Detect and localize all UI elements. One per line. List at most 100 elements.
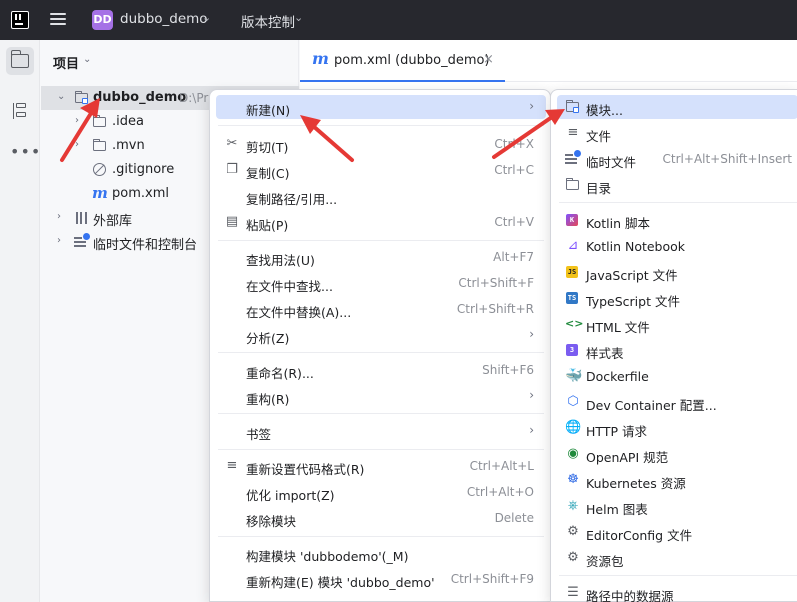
folder-icon (92, 114, 108, 130)
submenu-item-http-request[interactable]: 🌐 HTTP 请求 (557, 416, 797, 440)
submenu-item-label: JavaScript 文件 (586, 268, 678, 283)
collapse-arrow-icon[interactable]: › (75, 115, 79, 126)
submenu-item-datasource-in-path[interactable]: ☰ 路径中的数据源 (557, 581, 797, 602)
project-name[interactable]: dubbo_demo (120, 11, 208, 27)
main-menu-icon[interactable] (50, 12, 66, 26)
collapse-arrow-icon[interactable]: › (75, 139, 79, 150)
more-tools-button[interactable]: ••• (6, 138, 40, 166)
submenu-item-label: EditorConfig 文件 (586, 528, 693, 543)
project-badge[interactable]: DD (92, 10, 113, 30)
panel-title[interactable]: 项目 (53, 53, 79, 72)
menu-item-copy[interactable]: ❐ 复制(C) Ctrl+C (216, 158, 546, 182)
menu-item-new[interactable]: 新建(N) › (216, 95, 546, 119)
menu-item-reformat-code[interactable]: ≡ 重新设置代码格式(R) Ctrl+Alt+L (216, 454, 546, 478)
typescript-icon: TS (566, 292, 578, 304)
menu-item-shortcut: Ctrl+Alt+O (466, 485, 534, 499)
menu-item-label: 在文件中查找... (246, 279, 333, 294)
submenu-item-kubernetes[interactable]: ☸ Kubernetes 资源 (557, 468, 797, 492)
menu-separator (218, 125, 544, 126)
chevron-down-icon[interactable]: ⌄ (294, 11, 303, 24)
submenu-item-kotlin-notebook[interactable]: ⊿ Kotlin Notebook (557, 234, 797, 258)
folder-icon (10, 50, 29, 68)
structure-icon (13, 103, 27, 119)
http-icon: 🌐 (565, 420, 582, 435)
docker-icon: 🐳 (565, 368, 583, 384)
menu-item-copy-path[interactable]: 复制路径/引用... (216, 184, 546, 208)
kotlin-icon: K (565, 212, 581, 228)
submenu-item-dev-container[interactable]: ⬡ Dev Container 配置... (557, 390, 797, 414)
submenu-item-label: Helm 图表 (586, 502, 648, 517)
submenu-item-file[interactable]: ≡ 文件 (557, 121, 797, 145)
reformat-icon: ≡ (226, 458, 238, 473)
menu-item-replace-in-files[interactable]: 在文件中替换(A)... Ctrl+Shift+R (216, 297, 546, 321)
dev-container-icon: ⬡ (567, 394, 579, 409)
menu-item-shortcut: Shift+F6 (482, 363, 534, 377)
editor-tab-pom-xml[interactable]: m pom.xml (dubbo_demo) × (300, 40, 505, 82)
maven-icon: m (92, 184, 108, 202)
submenu-item-dockerfile[interactable]: 🐳 Dockerfile (557, 364, 797, 388)
submenu-item-stylesheet[interactable]: 3 样式表 (557, 338, 797, 362)
kubernetes-icon: ☸ (567, 472, 579, 487)
submenu-item-label: Dev Container 配置... (586, 398, 717, 413)
menu-item-build-module[interactable]: 构建模块 'dubbodemo'(_M) (216, 541, 546, 565)
menu-item-bookmarks[interactable]: 书签 › (216, 419, 546, 443)
submenu-item-shortcut: Ctrl+Alt+Shift+Insert (662, 152, 792, 166)
menu-separator (559, 575, 797, 576)
close-icon[interactable]: × (483, 52, 494, 67)
menu-item-shortcut: Ctrl+Alt+L (469, 459, 534, 473)
collapse-arrow-icon[interactable]: › (57, 211, 61, 222)
submenu-item-resource-bundle[interactable]: ⚙ 资源包 (557, 546, 797, 570)
collapse-arrow-icon[interactable]: › (57, 235, 61, 246)
structure-tool-button[interactable] (6, 97, 34, 125)
menu-item-remove-module[interactable]: 移除模块 Delete (216, 506, 546, 530)
menu-item-find-usages[interactable]: 查找用法(U) Alt+F7 (216, 245, 546, 269)
submenu-item-javascript[interactable]: JS JavaScript 文件 (557, 260, 797, 284)
submenu-item-kotlin-script[interactable]: K Kotlin 脚本 (557, 208, 797, 232)
menu-item-shortcut: Ctrl+X (494, 137, 534, 151)
submenu-item-label: OpenAPI 规范 (586, 450, 669, 465)
menu-item-shortcut: Ctrl+Shift+F (458, 276, 534, 290)
menu-item-label: 重构(R) (246, 392, 290, 407)
editor-tab-bar: m pom.xml (dubbo_demo) × (300, 40, 797, 82)
more-icon: ••• (10, 142, 42, 161)
menu-item-rebuild-module[interactable]: 重新构建(E) 模块 'dubbo_demo' Ctrl+Shift+F9 (216, 567, 546, 591)
submenu-item-editorconfig[interactable]: ⚙ EditorConfig 文件 (557, 520, 797, 544)
submenu-item-label: 样式表 (586, 346, 624, 361)
menu-item-label: 构建模块 'dubbodemo'(_M) (246, 549, 409, 564)
cut-icon: ✂ (226, 136, 238, 151)
menu-item-label: 复制(C) (246, 166, 290, 181)
submenu-item-scratch-file[interactable]: 临时文件 Ctrl+Alt+Shift+Insert (557, 147, 797, 171)
expand-arrow-icon[interactable]: ⌄ (57, 91, 65, 102)
submenu-item-directory[interactable]: 目录 (557, 173, 797, 197)
tree-item-label: .idea (112, 114, 144, 129)
vcs-widget[interactable]: 版本控制 (241, 11, 295, 31)
menu-item-find-in-files[interactable]: 在文件中查找... Ctrl+Shift+F (216, 271, 546, 295)
submenu-item-label: 文件 (586, 129, 612, 144)
submenu-item-module[interactable]: 模块... (557, 95, 797, 119)
title-bar: DD dubbo_demo ⌄ 版本控制 ⌄ (0, 0, 797, 40)
menu-item-paste[interactable]: ▤ 粘贴(P) Ctrl+V (216, 210, 546, 234)
maven-icon: m (312, 49, 329, 68)
module-folder-icon (74, 90, 90, 106)
submenu-item-html[interactable]: <> HTML 文件 (557, 312, 797, 336)
menu-item-label: 粘贴(P) (246, 218, 289, 233)
menu-item-label: 分析(Z) (246, 331, 290, 346)
submenu-item-typescript[interactable]: TS TypeScript 文件 (557, 286, 797, 310)
chevron-down-icon[interactable]: ⌄ (83, 54, 91, 65)
library-icon (74, 210, 90, 226)
menu-item-cut[interactable]: ✂ 剪切(T) Ctrl+X (216, 132, 546, 156)
menu-item-rename[interactable]: 重命名(R)... Shift+F6 (216, 358, 546, 382)
menu-item-refactor[interactable]: 重构(R) › (216, 384, 546, 408)
menu-item-analyze[interactable]: 分析(Z) › (216, 323, 546, 347)
menu-item-label: 优化 import(Z) (246, 488, 335, 503)
intellij-logo-icon[interactable] (11, 11, 29, 29)
submenu-item-helm-chart[interactable]: ⎈ Helm 图表 (557, 494, 797, 518)
submenu-item-openapi[interactable]: ◉ OpenAPI 规范 (557, 442, 797, 466)
project-tool-button[interactable] (6, 47, 34, 75)
submenu-item-label: Dockerfile (586, 369, 649, 384)
chevron-right-icon: › (529, 423, 534, 437)
menu-item-optimize-imports[interactable]: 优化 import(Z) Ctrl+Alt+O (216, 480, 546, 504)
kotlin-notebook-icon: ⊿ (567, 238, 579, 253)
chevron-down-icon[interactable]: ⌄ (202, 11, 211, 24)
javascript-icon: JS (566, 266, 578, 278)
